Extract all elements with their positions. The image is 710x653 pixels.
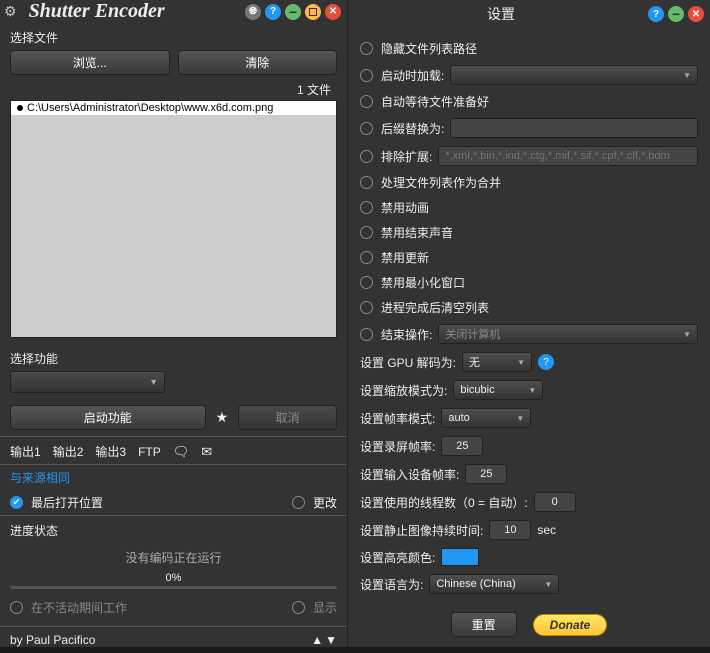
- help-icon[interactable]: ?: [538, 354, 554, 370]
- end-action-select[interactable]: 关闭计算机▼: [438, 324, 698, 344]
- change-label: 更改: [313, 494, 337, 511]
- threads-input[interactable]: [534, 492, 576, 512]
- progress-label: 进度状态: [10, 522, 337, 539]
- tab-output2[interactable]: 输出2: [53, 443, 84, 460]
- load-start-checkbox[interactable]: [360, 69, 373, 82]
- settings-title-bar: 设置 ? − ✕: [348, 0, 710, 28]
- suffix-input[interactable]: [450, 118, 698, 138]
- clear-after-checkbox[interactable]: [360, 301, 373, 314]
- input-fps-input[interactable]: [465, 464, 507, 484]
- change-checkbox[interactable]: [292, 496, 305, 509]
- merge-checkbox[interactable]: [360, 176, 373, 189]
- progress-status-text: 没有编码正在运行: [10, 543, 337, 572]
- load-start-select[interactable]: ▼: [450, 65, 698, 85]
- progress-bar: [10, 586, 337, 589]
- disable-update-checkbox[interactable]: [360, 251, 373, 264]
- footer: by Paul Pacifico ▲ ▼: [0, 626, 347, 653]
- scroll-down-icon[interactable]: ▼: [325, 633, 337, 647]
- mail-icon[interactable]: ✉: [201, 444, 212, 460]
- file-section: 选择文件 浏览... 清除 1 文件 C:\Users\Administrato…: [0, 23, 347, 344]
- favorite-star-icon[interactable]: ★: [212, 409, 233, 426]
- clear-button[interactable]: 清除: [178, 50, 338, 75]
- language-select[interactable]: Chinese (China)▼: [429, 574, 559, 594]
- globe-icon[interactable]: 🌐︎: [245, 4, 261, 20]
- suffix-checkbox[interactable]: [360, 122, 373, 135]
- close-icon[interactable]: ✕: [325, 4, 341, 20]
- display-label: 显示: [313, 599, 337, 616]
- auto-wait-checkbox[interactable]: [360, 95, 373, 108]
- disable-min-checkbox[interactable]: [360, 276, 373, 289]
- file-count: 1 文件: [10, 79, 337, 100]
- exclude-checkbox[interactable]: [360, 150, 373, 163]
- tab-output3[interactable]: 输出3: [95, 443, 126, 460]
- help-icon[interactable]: ?: [265, 4, 281, 20]
- browse-button[interactable]: 浏览...: [10, 50, 170, 75]
- chevron-down-icon: ▼: [149, 377, 158, 387]
- same-as-source-link[interactable]: 与来源相同: [0, 465, 347, 490]
- highlight-color-swatch[interactable]: [441, 548, 479, 566]
- record-fps-input[interactable]: [441, 436, 483, 456]
- subtitle-icon[interactable]: 🗨: [173, 444, 190, 460]
- file-list[interactable]: C:\Users\Administrator\Desktop\www.x6d.c…: [10, 100, 337, 338]
- function-dropdown[interactable]: ▼: [10, 371, 165, 393]
- help-icon[interactable]: ?: [648, 6, 664, 22]
- settings-panel: 设置 ? − ✕ 隐藏文件列表路径 启动时加载:▼ 自动等待文件准备好 后缀替换…: [348, 0, 710, 647]
- disable-anim-checkbox[interactable]: [360, 201, 373, 214]
- minimize-icon[interactable]: −: [285, 4, 301, 20]
- output-tabs: 输出1 输出2 输出3 FTP 🗨 ✉: [0, 436, 347, 465]
- last-position-checkbox[interactable]: [10, 496, 23, 509]
- close-icon[interactable]: ✕: [688, 6, 704, 22]
- fps-mode-select[interactable]: auto▼: [441, 408, 531, 428]
- still-duration-input[interactable]: [489, 520, 531, 540]
- donate-button[interactable]: Donate: [533, 614, 608, 636]
- settings-title: 设置: [354, 4, 648, 24]
- display-checkbox[interactable]: [292, 601, 305, 614]
- progress-percent: 0%: [10, 572, 337, 584]
- reset-button[interactable]: 重置: [451, 612, 517, 637]
- last-position-label: 最后打开位置: [31, 494, 103, 511]
- exclude-input[interactable]: [438, 146, 698, 166]
- author-label: by Paul Pacifico: [10, 633, 95, 647]
- settings-body: 隐藏文件列表路径 启动时加载:▼ 自动等待文件准备好 后缀替换为: 排除扩展: …: [348, 28, 710, 602]
- settings-gear-icon[interactable]: ⚙: [4, 3, 17, 20]
- function-section: 选择功能 ▼: [0, 344, 347, 399]
- minimize-icon[interactable]: −: [668, 6, 684, 22]
- tab-ftp[interactable]: FTP: [138, 445, 161, 459]
- cancel-button[interactable]: 取消: [238, 405, 337, 430]
- select-function-label: 选择功能: [10, 350, 337, 367]
- end-action-checkbox[interactable]: [360, 328, 373, 341]
- disable-sound-checkbox[interactable]: [360, 226, 373, 239]
- maximize-icon[interactable]: [305, 4, 321, 20]
- settings-footer: 重置 Donate: [348, 602, 710, 647]
- idle-label: 在不活动期间工作: [31, 599, 127, 616]
- app-title: Shutter Encoder: [21, 0, 245, 23]
- hide-path-checkbox[interactable]: [360, 42, 373, 55]
- file-item[interactable]: C:\Users\Administrator\Desktop\www.x6d.c…: [11, 101, 336, 115]
- start-button[interactable]: 启动功能: [10, 405, 206, 430]
- select-files-label: 选择文件: [10, 29, 337, 46]
- gpu-select[interactable]: 无▼: [462, 352, 532, 372]
- idle-checkbox[interactable]: [10, 601, 23, 614]
- main-panel: ⚙ Shutter Encoder 🌐︎ ? − ✕ 选择文件 浏览... 清除…: [0, 0, 348, 647]
- title-bar: ⚙ Shutter Encoder 🌐︎ ? − ✕: [0, 0, 347, 23]
- scroll-up-icon[interactable]: ▲: [311, 633, 323, 647]
- tab-output1[interactable]: 输出1: [10, 443, 41, 460]
- scale-select[interactable]: bicubic▼: [453, 380, 543, 400]
- progress-section: 进度状态 没有编码正在运行 0% 在不活动期间工作 显示: [0, 515, 347, 626]
